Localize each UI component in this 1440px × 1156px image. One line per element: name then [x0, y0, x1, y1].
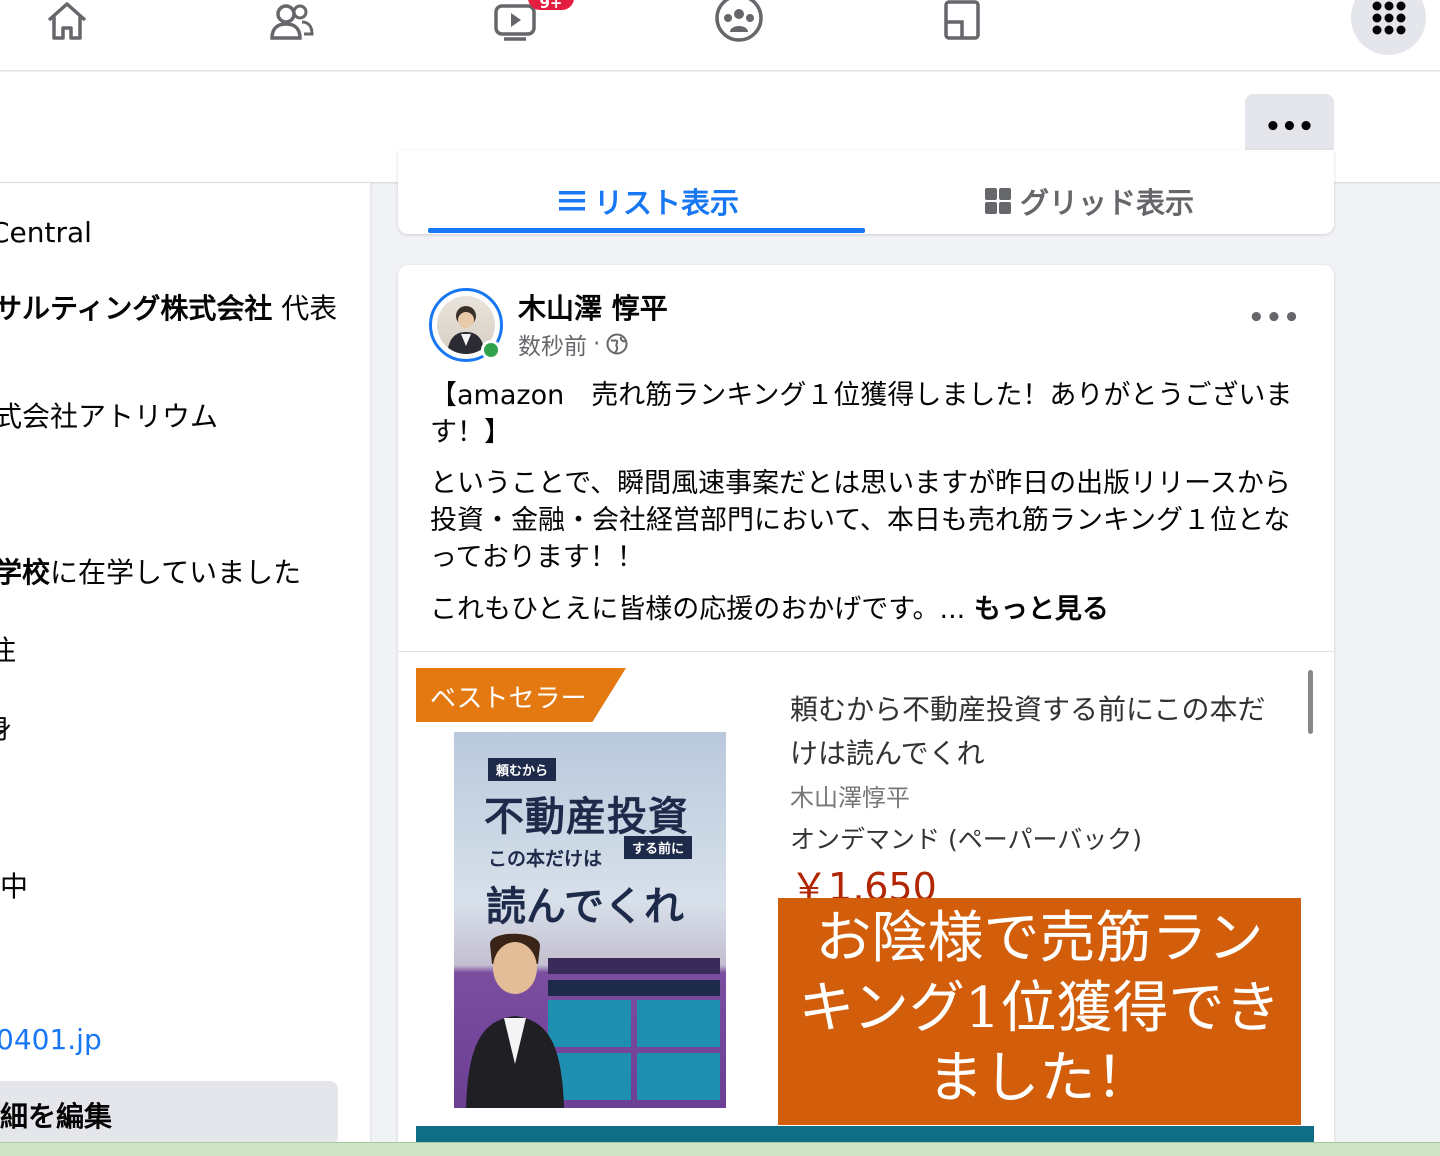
cover-small-text: 頼むから	[488, 758, 557, 781]
post-card: 木山澤 惇平 数秒前 · ••• 【amazon 売れ筋ランキング１位獲得しまし…	[398, 265, 1334, 1156]
post-time[interactable]: 数秒前	[518, 327, 587, 361]
cover-sub-text-2: この本だけは	[488, 848, 603, 870]
book-cover-area[interactable]: 頼むから 不動産投資 する前に この本だけは 読んでくれ ベストセラー	[416, 668, 772, 1108]
book-author: 木山澤惇平	[790, 784, 910, 812]
intro-school-link[interactable]: 学校	[0, 556, 50, 589]
menu-grid-icon	[1372, 1, 1405, 34]
book-cover-image: 頼むから 不動産投資 する前に この本だけは 読んでくれ	[454, 732, 726, 1108]
top-navigation: 9+	[0, 0, 1440, 71]
book-format: オンデマンド (ペーパーバック)	[790, 825, 1142, 854]
bottom-strip	[0, 1142, 1440, 1156]
home-icon[interactable]	[37, 0, 97, 42]
post-divider	[398, 651, 1334, 652]
intro-line-text: Central	[0, 216, 92, 249]
post-more-button[interactable]: •••	[1248, 305, 1301, 331]
edit-details-button[interactable]: 細を編集	[0, 1081, 338, 1145]
intro-line-text: 代表	[272, 292, 338, 325]
intro-line-text: 住	[0, 634, 17, 667]
post-heading: 【amazon 売れ筋ランキング１位獲得しました！ありがとうございます！】	[430, 380, 1293, 448]
intro-line-relationship: 中	[0, 865, 28, 905]
globe-icon[interactable]	[606, 333, 628, 355]
groups-icon[interactable]	[709, 0, 769, 42]
cover-band	[548, 958, 720, 974]
intro-line-text: 式会社アトリウム	[0, 400, 219, 433]
active-tab-indicator	[428, 228, 865, 233]
intro-line-lives: 住	[0, 629, 16, 669]
tab-list-view[interactable]: リスト表示	[558, 180, 739, 222]
book-title[interactable]: 頼むから不動産投資する前にこの本だけは読んでくれ	[790, 688, 1290, 776]
friends-icon[interactable]	[261, 0, 321, 42]
cover-grid	[548, 1000, 720, 1100]
list-icon	[559, 191, 585, 211]
intro-line-text: に在学していました	[50, 556, 302, 589]
view-switch-card: リスト表示 グリッド表示	[398, 150, 1334, 234]
intro-line-work: Central	[0, 216, 92, 249]
online-status-dot	[481, 340, 501, 360]
ranking-banner: お陰様で売筋ランキング1位獲得できました！	[778, 898, 1301, 1125]
intro-line-company-2: 式会社アトリウム	[0, 395, 218, 435]
bestseller-tag: ベストセラー	[416, 668, 626, 722]
tab-grid-view[interactable]: グリッド表示	[984, 180, 1194, 222]
edit-details-label: 細を編集	[0, 1100, 113, 1133]
intro-line-company: サルティング株式会社 代表	[0, 287, 337, 327]
intro-website-link[interactable]: 0401.jp	[0, 1023, 102, 1056]
intro-line-text: 身	[0, 712, 12, 745]
post-meta: 数秒前 ·	[518, 327, 628, 361]
tab-grid-label: グリッド表示	[1020, 186, 1195, 220]
book-info[interactable]: 頼むから不動産投資する前にこの本だけは読んでくれ 木山澤惇平 オンデマンド (ペ…	[790, 668, 1302, 900]
cover-band-2	[548, 980, 720, 996]
tab-list-label: リスト表示	[594, 186, 740, 220]
meta-separator: ·	[593, 331, 601, 357]
cover-person-image	[466, 933, 564, 1108]
gaming-icon[interactable]	[933, 0, 993, 42]
see-more-link[interactable]: もっと見る	[974, 594, 1109, 625]
cover-big-text: 不動産投資	[484, 794, 689, 840]
link-preview[interactable]: 頼むから 不動産投資 する前に この本だけは 読んでくれ ベストセラー 頼むから…	[416, 668, 1316, 1156]
grid-icon	[985, 188, 1011, 214]
cover-sub-text-1: する前に	[624, 836, 693, 859]
intro-card: Central サルティング株式会社 代表 式会社アトリウム 学校に在学していま…	[0, 183, 370, 1156]
watch-badge: 9+	[528, 0, 574, 12]
intro-company-link[interactable]: サルティング株式会社	[0, 292, 272, 325]
intro-line-text: 中	[0, 870, 29, 903]
post-teaser: これもひとえに皆様の応援のおかげです。... もっと見る	[430, 591, 1310, 628]
intro-line-from: 身	[0, 707, 12, 747]
post-author[interactable]: 木山澤 惇平	[518, 287, 668, 327]
book-price: ￥1,650	[790, 865, 937, 900]
menu-button[interactable]	[1351, 0, 1426, 55]
post-teaser-text: これもひとえに皆様の応援のおかげです。...	[430, 594, 966, 625]
intro-line-school: 学校に在学していました	[0, 551, 301, 591]
post-body: ということで、瞬間風速事案だとは思いますが昨日の出版リリースから投資・金融・会社…	[430, 468, 1291, 573]
preview-scrollbar[interactable]	[1308, 670, 1313, 734]
